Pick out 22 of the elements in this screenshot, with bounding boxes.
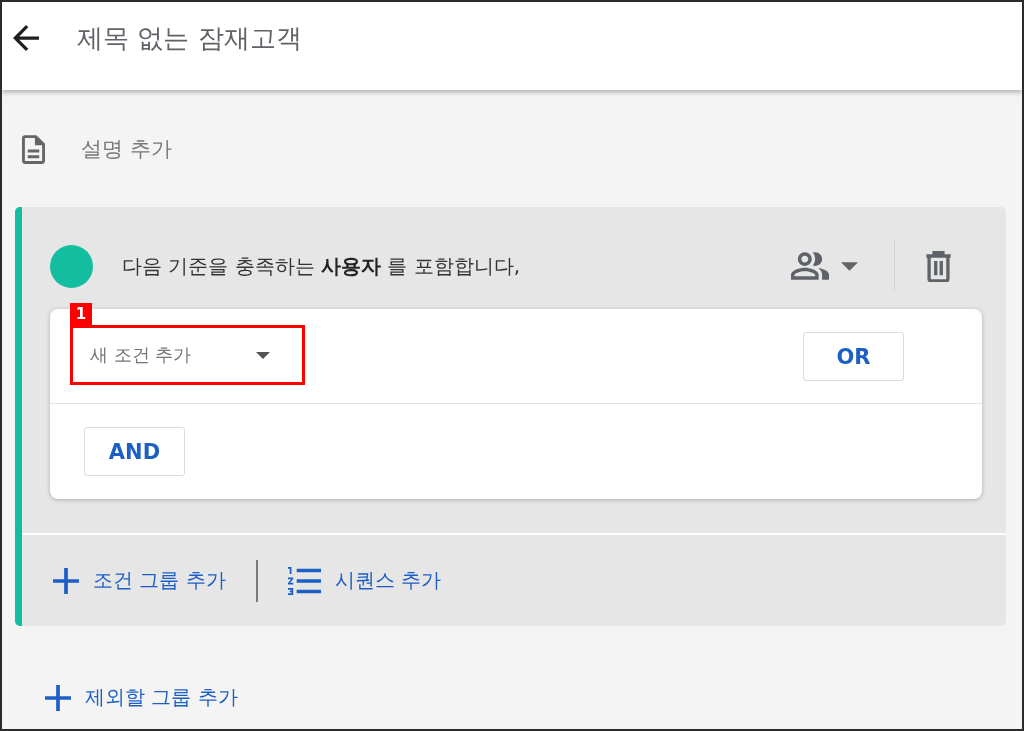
callout-number: 1 (70, 303, 92, 325)
caret-icon (256, 351, 270, 359)
plus-icon (53, 567, 79, 594)
document-icon (22, 134, 45, 164)
add-description-button[interactable]: 설명 추가 (22, 133, 172, 165)
or-button[interactable]: OR (803, 332, 904, 381)
add-sequence-button[interactable]: 시퀀스 추가 (287, 566, 442, 595)
caret-icon (841, 261, 858, 271)
add-exclude-group-button[interactable]: 제외할 그룹 추가 (45, 684, 238, 711)
dot-icon (50, 244, 93, 288)
trash-icon (925, 250, 952, 282)
and-button[interactable]: AND (84, 427, 185, 476)
add-condition-group-button[interactable]: 조건 그룹 추가 (53, 567, 226, 594)
plus-icon (45, 684, 71, 711)
people-icon (791, 252, 829, 280)
back-arrow-icon (13, 25, 39, 51)
page-title: 제목 없는 잠재고객 (77, 22, 302, 55)
numbered-list-icon (287, 566, 321, 595)
user-scope-dropdown[interactable] (791, 252, 858, 280)
delete-button[interactable] (925, 250, 952, 282)
condition-dropdown[interactable]: 새 조건 추가 (73, 328, 302, 382)
group-description: 다음 기준을 충족하는 사용자 를 포함합니다, (122, 252, 521, 280)
